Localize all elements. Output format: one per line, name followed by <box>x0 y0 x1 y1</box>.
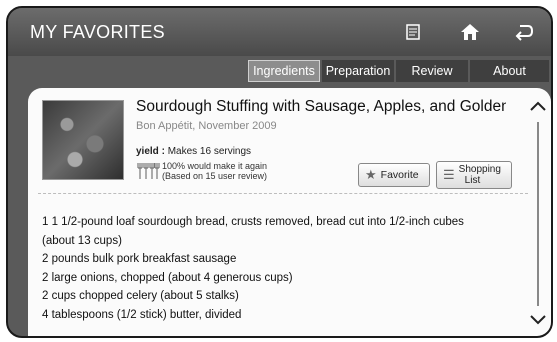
tab-ingredients[interactable]: Ingredients <box>248 60 320 82</box>
tab-review[interactable]: Review <box>396 60 468 82</box>
shopping-list-label-line2: List <box>464 175 481 186</box>
title-bar: MY FAVORITES <box>8 8 551 56</box>
page-title: MY FAVORITES <box>30 22 165 42</box>
recipe-title: Sourdough Stuffing with Sausage, Apples,… <box>136 98 506 115</box>
yield-label: yield : <box>136 146 165 157</box>
scroll-up-chevron-icon[interactable] <box>528 96 548 116</box>
recipe-content-panel: Sourdough Stuffing with Sausage, Apples,… <box>28 88 551 336</box>
ingredient-item: 2 cups chopped celery (about 5 stalks) <box>42 290 239 303</box>
list-icon: ☰ <box>443 167 455 182</box>
ingredient-list: 1 1 1/2-pound loaf sourdough bread, crus… <box>42 213 532 325</box>
section-divider <box>38 193 528 194</box>
recipe-photo <box>42 100 124 180</box>
back-icon[interactable] <box>511 20 537 44</box>
scroll-down-chevron-icon[interactable] <box>528 310 548 330</box>
scrollbar[interactable] <box>537 122 539 306</box>
yield-value: Makes 16 servings <box>167 146 252 157</box>
app-window: MY FAVORITES Ingredients Preparation Rev… <box>6 6 553 338</box>
recipe-yield: yield : Makes 16 servings <box>136 146 251 157</box>
forks-rating-icon <box>136 161 160 181</box>
ingredient-item: (about 13 cups) <box>42 234 122 247</box>
ingredient-item: 2 pounds bulk pork breakfast sausage <box>42 253 237 266</box>
ingredient-item: 2 large onions, chopped (about 4 generou… <box>42 271 293 284</box>
ingredient-item: 1 1 1/2-pound loaf sourdough bread, crus… <box>42 216 464 228</box>
ingredient-item: 4 tablespoons (1/2 stick) butter, divide… <box>42 308 242 321</box>
rating-review-count: (Based on 15 user review) <box>162 171 268 181</box>
shopping-list-label-line1: Shopping <box>458 164 501 175</box>
star-icon: ★ <box>365 167 377 182</box>
favorite-button[interactable]: ★ Favorite <box>358 163 430 187</box>
favorite-button-label: Favorite <box>380 169 419 181</box>
rating-percentage: 100% would make it again <box>162 161 268 171</box>
notepad-icon[interactable] <box>400 20 426 44</box>
recipe-source: Bon Appétit, November 2009 <box>136 120 277 132</box>
shopping-list-button[interactable]: ☰ Shopping List <box>436 161 512 189</box>
tab-preparation[interactable]: Preparation <box>322 60 394 82</box>
tab-about[interactable]: About <box>470 60 549 82</box>
home-icon[interactable] <box>457 20 483 44</box>
